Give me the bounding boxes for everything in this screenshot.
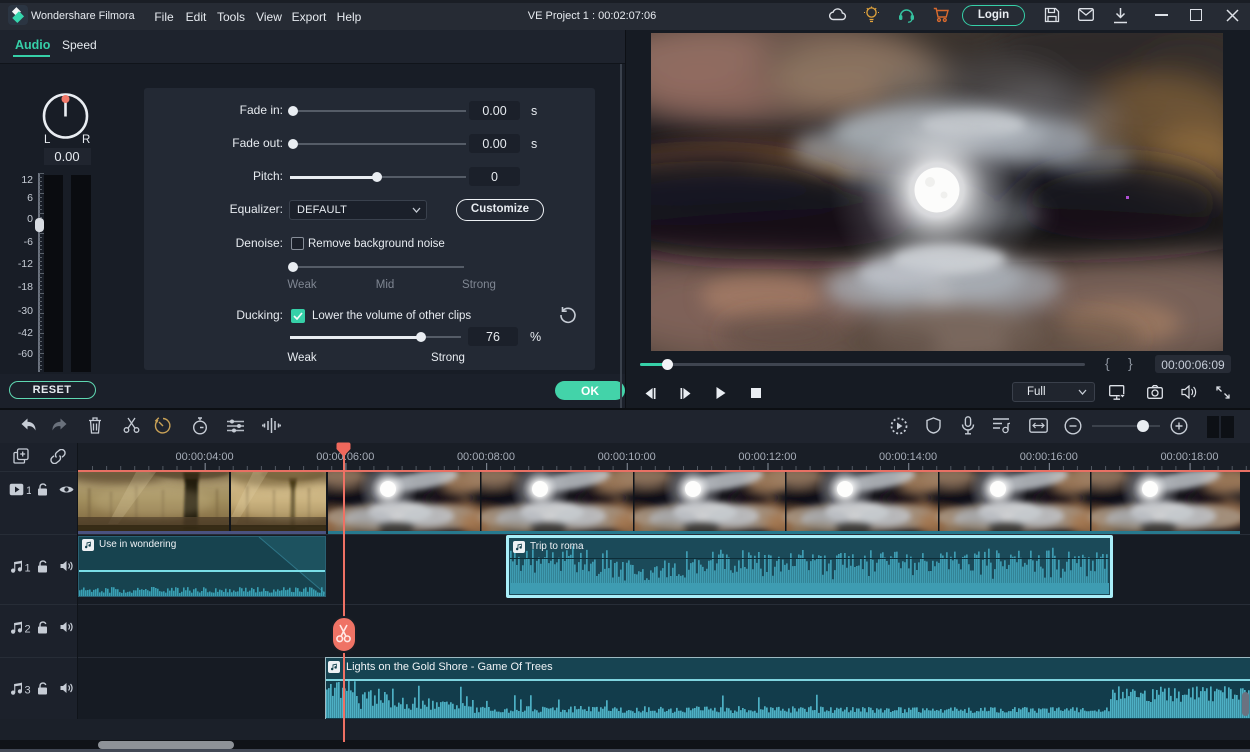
svg-text:1: 1 [25,563,31,574]
svg-text:00:00:14:00: 00:00:14:00 [879,451,937,463]
svg-text:00:00:18:00: 00:00:18:00 [1160,451,1218,463]
svg-text:00:00:04:00: 00:00:04:00 [176,451,234,463]
svg-text:1: 1 [26,485,31,496]
svg-text:00:00:16:00: 00:00:16:00 [1020,451,1078,463]
svg-text:00:00:08:00: 00:00:08:00 [457,451,515,463]
svg-text:2: 2 [25,624,31,635]
svg-text:00:00:12:00: 00:00:12:00 [738,451,796,463]
svg-text:00:00:10:00: 00:00:10:00 [598,451,656,463]
svg-text:3: 3 [25,685,31,696]
